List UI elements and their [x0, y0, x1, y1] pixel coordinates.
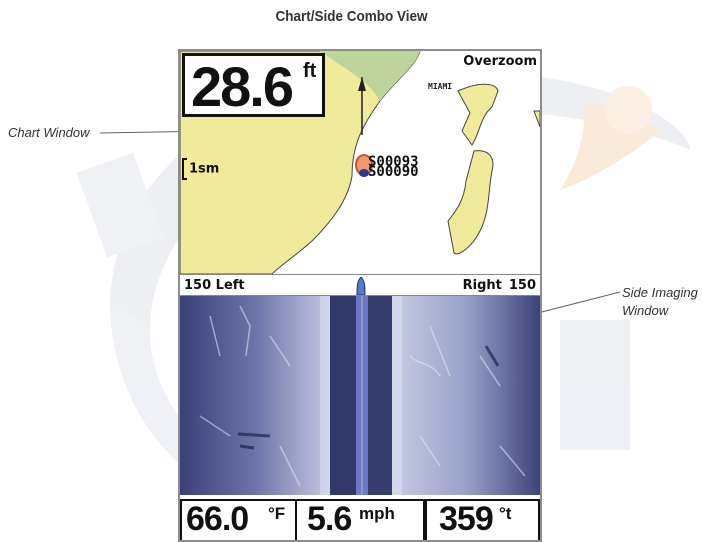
range-right-value: 150	[508, 278, 536, 293]
heading-unit: °t	[499, 504, 512, 523]
side-imaging-window[interactable]	[180, 296, 540, 495]
waypoint-labels: S00093 S00090	[368, 155, 419, 180]
water-temp-value: 66.0	[186, 500, 249, 538]
water-temp-readout: 66.0 °F	[180, 499, 297, 540]
side-imaging-label-line2: Window	[622, 303, 669, 318]
depth-readout: 28.6 ft	[182, 53, 325, 118]
fishfinder-screen: 28.6 ft Overzoom MIAMI 1sm S00093 S00090…	[178, 49, 542, 542]
side-range-bar: 150 Left Right 150	[180, 274, 540, 296]
depth-unit: ft	[303, 60, 317, 82]
side-imaging-sonar	[180, 296, 540, 495]
speed-readout: 5.6 mph	[297, 499, 425, 540]
city-label: MIAMI	[428, 82, 453, 91]
range-right-word: Right	[462, 278, 502, 293]
digital-readouts: 66.0 °F 5.6 mph 359 °t	[180, 495, 540, 540]
range-left-label: 150 Left	[184, 278, 245, 293]
range-right-label: Right 150	[463, 278, 536, 293]
overzoom-indicator: Overzoom	[463, 54, 537, 69]
heading-readout: 359 °t	[425, 499, 540, 540]
depth-value: 28.6	[191, 55, 294, 118]
speed-value: 5.6	[307, 500, 352, 538]
heading-value: 359	[439, 500, 494, 538]
water-temp-unit: °F	[268, 504, 286, 523]
side-imaging-label-line1: Side Imaging	[622, 285, 698, 300]
boat-marker-icon	[356, 277, 366, 295]
chart-window[interactable]: 28.6 ft Overzoom MIAMI 1sm S00093 S00090	[180, 51, 540, 274]
page-title: Chart/Side Combo View	[275, 8, 428, 25]
speed-unit: mph	[359, 504, 395, 523]
chart-scale: 1sm	[182, 158, 219, 180]
scale-label: 1sm	[189, 161, 220, 177]
side-imaging-callout: Side Imaging Window	[622, 284, 698, 320]
chart-window-label: Chart Window	[8, 125, 90, 140]
chart-window-callout: Chart Window	[8, 124, 90, 142]
waypoint-label: S00090	[368, 164, 419, 180]
scale-bracket-icon	[182, 158, 187, 180]
